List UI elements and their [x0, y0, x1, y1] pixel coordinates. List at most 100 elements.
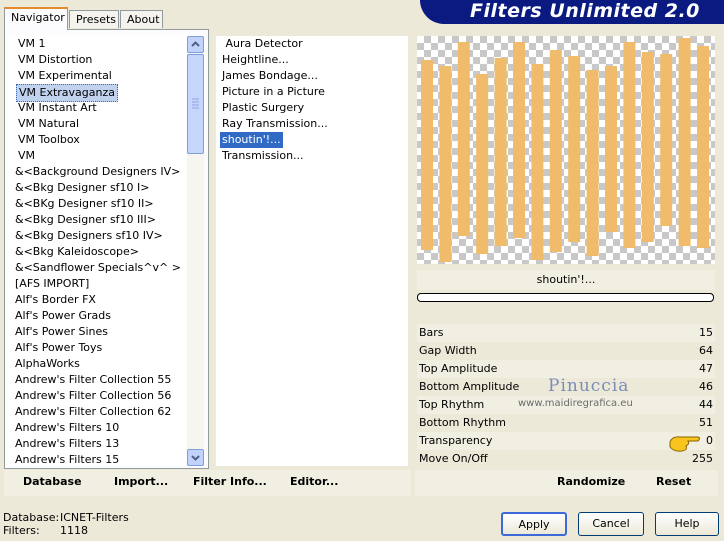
filter-item-label: shoutin'!...	[220, 132, 283, 148]
category-item[interactable]: &<Sandflower Specials^v^ >	[8, 260, 186, 276]
category-item[interactable]: Andrew's Filters 10	[8, 420, 186, 436]
tab-presets[interactable]: Presets	[69, 10, 119, 28]
filter-item-label: Picture in a Picture	[222, 85, 325, 98]
category-item[interactable]: AlphaWorks	[8, 356, 186, 372]
category-item[interactable]: &<BKg Designer sf10 II>	[8, 196, 186, 212]
category-item[interactable]: Andrew's Filter Collection 56	[8, 388, 186, 404]
progress-bar	[417, 293, 714, 302]
category-item[interactable]: Alf's Power Grads	[8, 308, 186, 324]
tab-about[interactable]: About	[120, 10, 163, 28]
filter-item[interactable]: James Bondage...	[216, 68, 408, 84]
category-item[interactable]: VM Toolbox	[8, 132, 186, 148]
param-value: 51	[699, 416, 713, 429]
chevron-down-icon	[191, 455, 200, 461]
category-item[interactable]: Alf's Power Toys	[8, 340, 186, 356]
category-item[interactable]: Alf's Power Sines	[8, 324, 186, 340]
category-scrollbar[interactable]	[187, 36, 204, 466]
tab-navigator[interactable]: Navigator	[4, 7, 68, 30]
category-item[interactable]: VM	[8, 148, 186, 164]
category-item[interactable]: Andrew's Filter Collection 62	[8, 404, 186, 420]
category-item[interactable]: VM Distortion	[8, 52, 186, 68]
param-value: 0	[706, 434, 713, 447]
category-item-label: VM Natural	[18, 117, 80, 130]
randomize-button[interactable]: Randomize	[557, 474, 625, 490]
category-list[interactable]: VM 1 VM Distortion VM Experimental VM Extra…	[8, 36, 186, 466]
preview-bar	[457, 42, 470, 236]
filter-item[interactable]: Aura Detector	[216, 36, 408, 52]
category-item-label: VM Toolbox	[18, 133, 80, 146]
category-item[interactable]: VM Extravaganza	[8, 84, 186, 102]
preview-bar	[605, 66, 617, 232]
category-item-label: &<Bkg Kaleidoscope>	[15, 245, 140, 258]
category-item-label: Alf's Power Grads	[15, 309, 111, 322]
database-label: Database:	[3, 511, 60, 524]
category-item[interactable]: VM Instant Art	[8, 100, 186, 116]
param-value: 15	[699, 326, 713, 339]
preview-bar	[494, 58, 507, 246]
editor-button[interactable]: Editor...	[290, 474, 338, 490]
category-item-label: Andrew's Filter Collection 56	[15, 389, 172, 402]
category-item[interactable]: VM Experimental	[8, 68, 186, 84]
preview-bar	[421, 60, 433, 250]
filter-item[interactable]: Heightline...	[216, 52, 408, 68]
import-button[interactable]: Import...	[114, 474, 168, 490]
category-item-label: &<Sandflower Specials^v^ >	[15, 261, 181, 274]
param-gap-width[interactable]: Gap Width 64	[417, 342, 715, 360]
apply-button[interactable]: Apply	[501, 512, 567, 536]
help-button[interactable]: Help	[655, 512, 719, 536]
category-item[interactable]: &<Bkg Designer sf10 I>	[8, 180, 186, 196]
scroll-up-button[interactable]	[187, 36, 204, 53]
filter-item-label: Ray Transmission...	[222, 117, 328, 130]
preview-bar	[513, 42, 525, 238]
param-value: 47	[699, 362, 713, 375]
filter-item[interactable]: Ray Transmission...	[216, 116, 408, 132]
category-item[interactable]: Andrew's Filters 13	[8, 436, 186, 452]
category-item[interactable]: &<Bkg Kaleidoscope>	[8, 244, 186, 260]
filter-item[interactable]: Picture in a Picture	[216, 84, 408, 100]
pointing-hand-icon	[668, 432, 704, 457]
param-label: Move On/Off	[419, 452, 488, 465]
scroll-thumb[interactable]	[187, 54, 204, 154]
filter-item[interactable]: shoutin'!...	[216, 132, 408, 148]
category-item[interactable]: &<Background Designers IV>	[8, 164, 186, 180]
filter-preview	[417, 36, 715, 264]
filter-item[interactable]: Transmission...	[216, 148, 408, 164]
reset-button[interactable]: Reset	[656, 474, 691, 490]
param-label: Top Rhythm	[419, 398, 485, 411]
category-item[interactable]: &<Bkg Designer sf10 III>	[8, 212, 186, 228]
category-item-label: &<Bkg Designer sf10 III>	[15, 213, 157, 226]
category-item-label: Andrew's Filter Collection 55	[15, 373, 172, 386]
category-item-label: VM	[18, 149, 36, 162]
preview-bar	[531, 64, 544, 260]
param-label: Bottom Rhythm	[419, 416, 506, 429]
preview-bar	[697, 46, 709, 248]
category-item[interactable]: Andrew's Filters 15	[8, 452, 186, 466]
filter-info-button[interactable]: Filter Info...	[193, 474, 267, 490]
watermark-site: www.maidiregrafica.eu	[518, 398, 633, 409]
preview-bar	[678, 38, 691, 246]
app-title: Filters Unlimited 2.0	[470, 0, 700, 22]
param-value: 46	[699, 380, 713, 393]
param-bottom-rhythm[interactable]: Bottom Rhythm 51	[417, 414, 715, 432]
filter-list[interactable]: Aura Detector Heightline... James Bondage.…	[216, 36, 408, 466]
watermark-name: Pinuccia	[548, 376, 630, 396]
filter-item-label: Transmission...	[222, 149, 304, 162]
preview-bar	[586, 70, 599, 256]
param-value: 44	[699, 398, 713, 411]
category-item[interactable]: Andrew's Filter Collection 55	[8, 372, 186, 388]
category-item-label: VM Experimental	[18, 69, 112, 82]
database-button[interactable]: Database	[23, 474, 82, 490]
category-item[interactable]: &<Bkg Designers sf10 IV>	[8, 228, 186, 244]
category-item-label: Andrew's Filters 15	[15, 453, 120, 466]
param-bars[interactable]: Bars 15	[417, 324, 715, 342]
category-item-label: [AFS IMPORT]	[15, 277, 90, 290]
category-item-label: Andrew's Filters 10	[15, 421, 120, 434]
filter-item-label: Heightline...	[222, 53, 289, 66]
category-item[interactable]: VM 1	[8, 36, 186, 52]
category-item[interactable]: VM Natural	[8, 116, 186, 132]
cancel-button[interactable]: Cancel	[578, 512, 644, 536]
scroll-down-button[interactable]	[187, 449, 204, 466]
filter-item[interactable]: Plastic Surgery	[216, 100, 408, 116]
category-item[interactable]: [AFS IMPORT]	[8, 276, 186, 292]
category-item[interactable]: Alf's Border FX	[8, 292, 186, 308]
